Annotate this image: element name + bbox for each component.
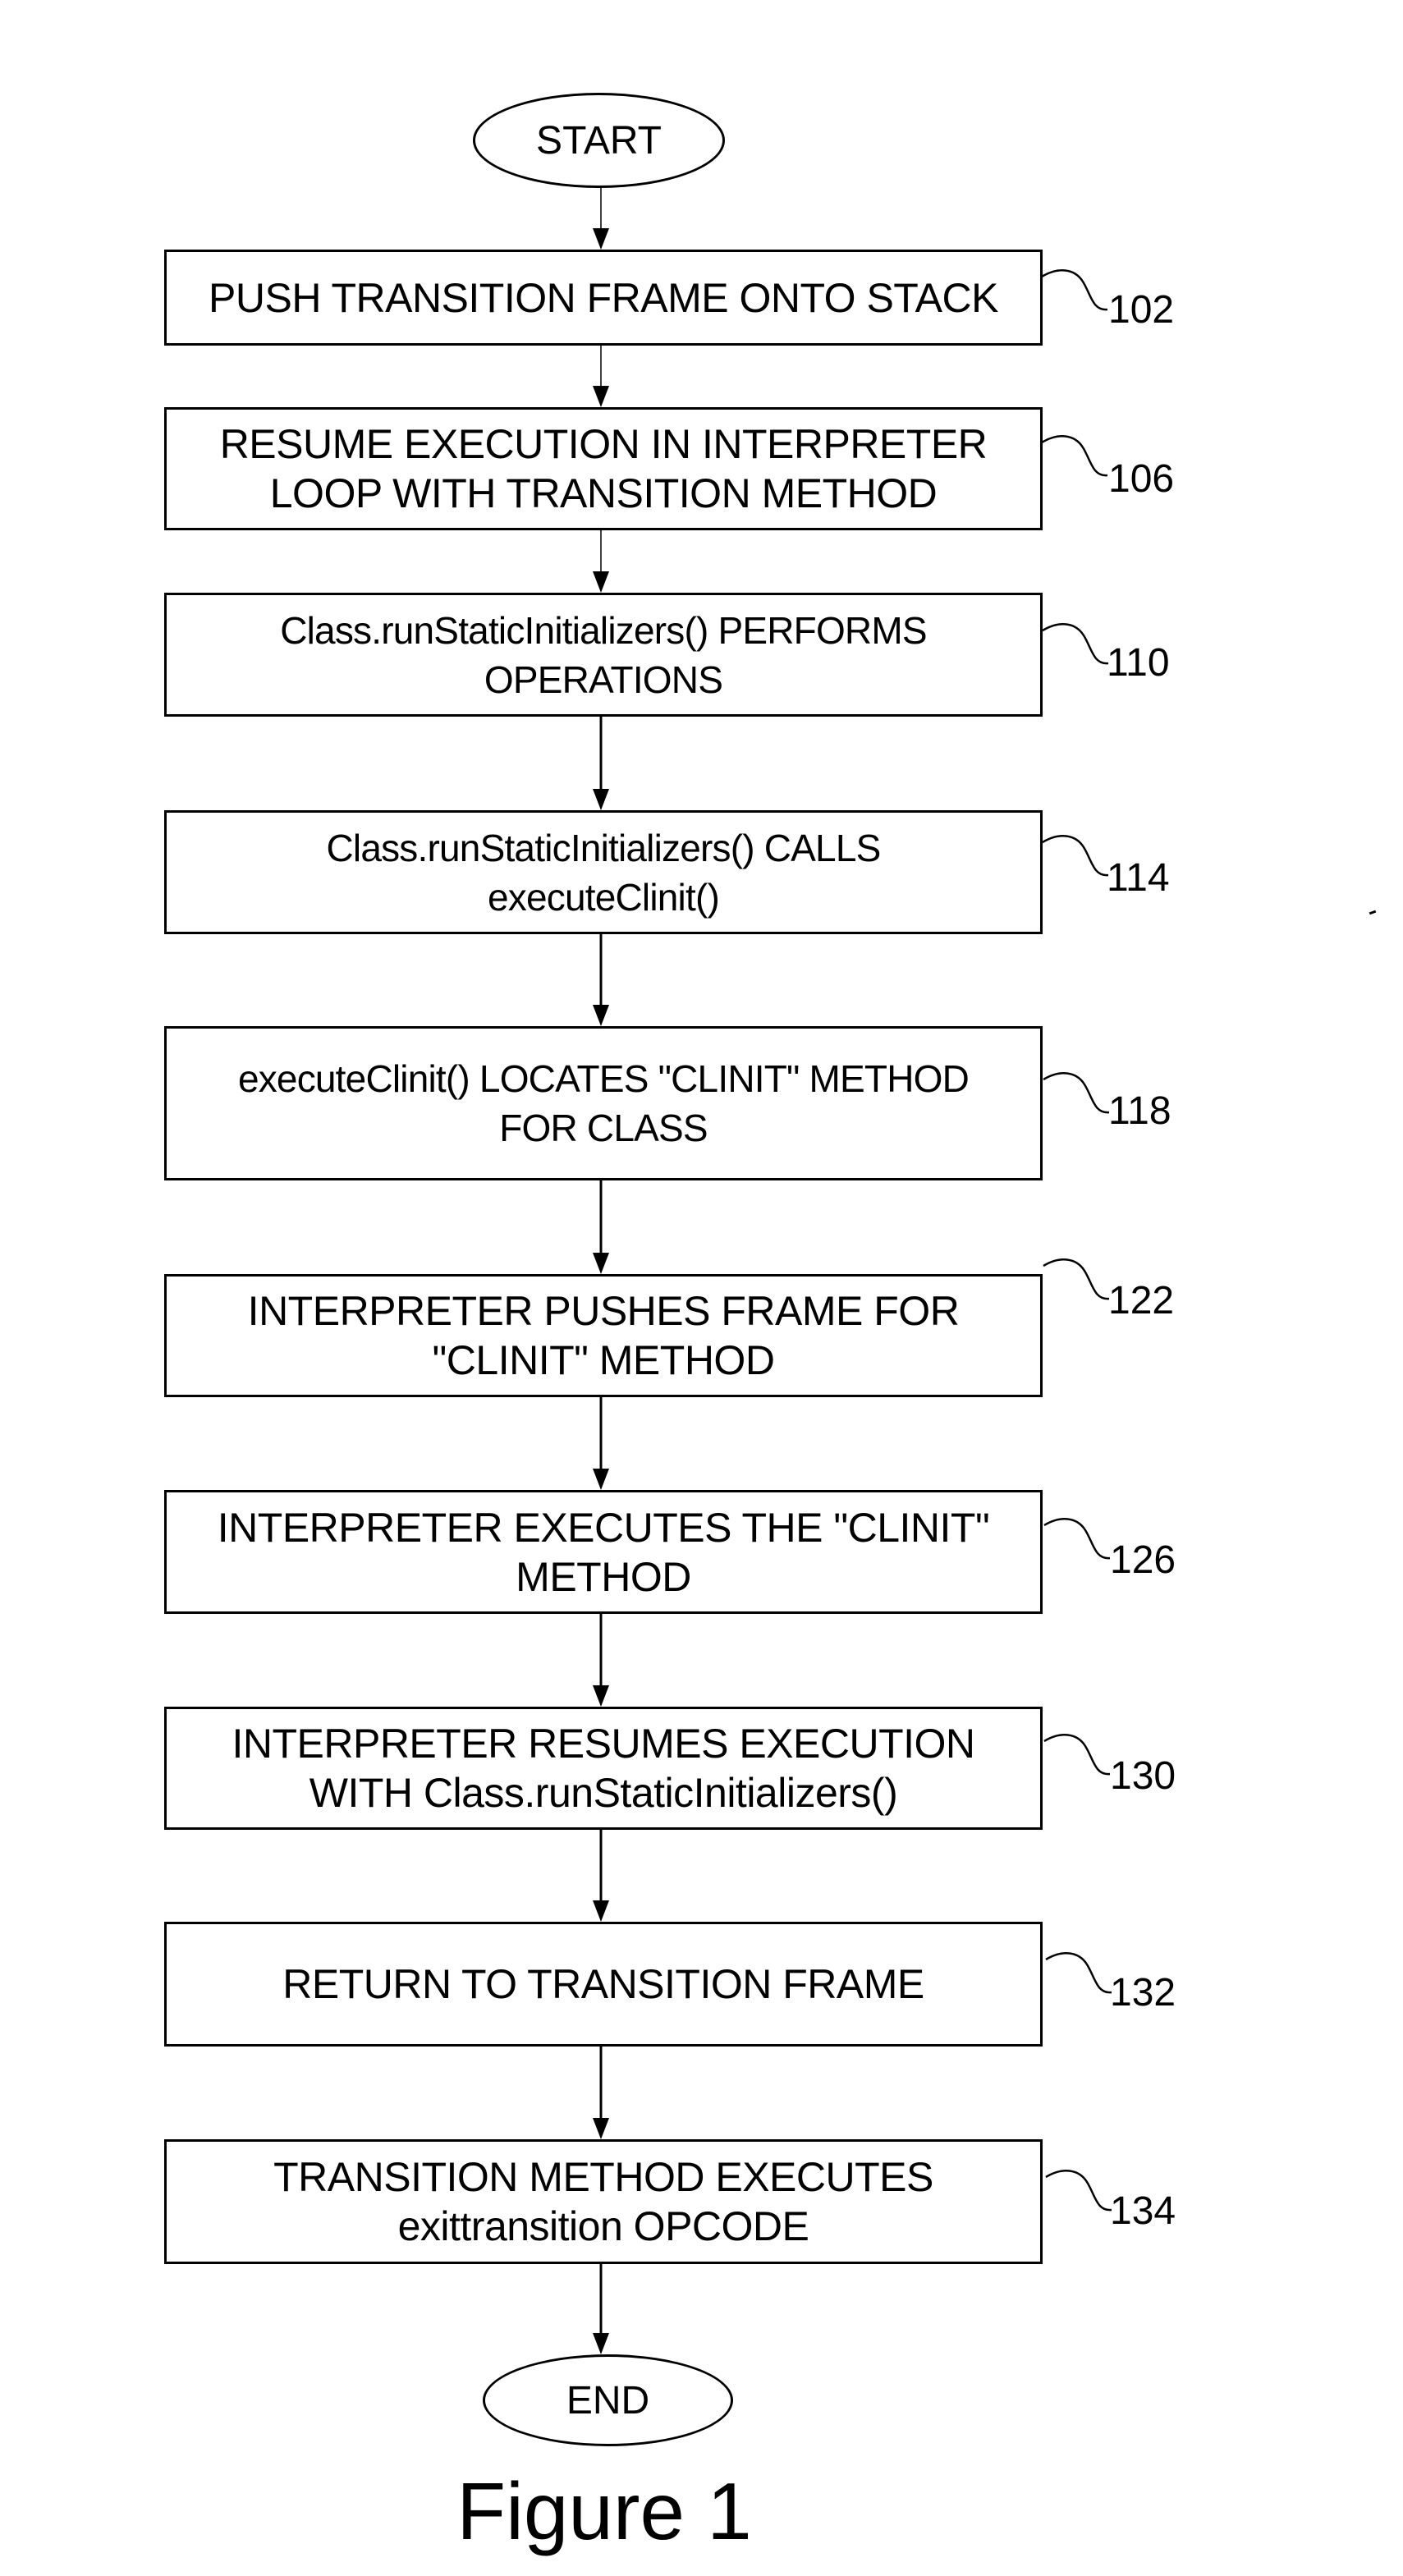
ref-label-118: 118	[1108, 1089, 1171, 1133]
leader-line	[1043, 1072, 1110, 1114]
step-box-122: INTERPRETER PUSHES FRAME FOR "CLINIT" ME…	[164, 1274, 1043, 1397]
step-box-126: INTERPRETER EXECUTES THE "CLINIT" METHOD	[164, 1490, 1043, 1614]
arrowhead-icon	[593, 2118, 609, 2139]
leader-line	[1043, 1518, 1111, 1560]
ref-label-110: 110	[1107, 641, 1170, 685]
ref-label-126: 126	[1110, 1538, 1176, 1582]
step-text: INTERPRETER EXECUTES THE "CLINIT" METHOD	[217, 1504, 990, 1600]
arrowhead-icon	[593, 789, 609, 810]
arrowhead-icon	[593, 1685, 609, 1707]
step-text: INTERPRETER PUSHES FRAME FOR "CLINIT" ME…	[247, 1288, 960, 1383]
leader-line	[1042, 835, 1109, 877]
leader-line	[1041, 435, 1108, 477]
step-box-130: INTERPRETER RESUMES EXECUTION WITH Class…	[164, 1707, 1043, 1830]
start-terminator: START	[473, 93, 725, 188]
figure-caption: Figure 1	[456, 2466, 752, 2556]
step-box-114: Class.runStaticInitializers() CALLS exec…	[164, 810, 1043, 934]
step-text: Class.runStaticInitializers() CALLS exec…	[326, 826, 881, 919]
arrowhead-icon	[593, 1253, 609, 1274]
ref-label-102: 102	[1108, 288, 1175, 332]
step-box-134: TRANSITION METHOD EXECUTES exittransitio…	[164, 2139, 1043, 2264]
ref-label-106: 106	[1108, 457, 1175, 501]
step-text: PUSH TRANSITION FRAME ONTO STACK	[209, 274, 998, 321]
step-box-132: RETURN TO TRANSITION FRAME	[164, 1922, 1043, 2047]
step-text: INTERPRETER RESUMES EXECUTION WITH Class…	[232, 1721, 975, 1816]
leader-lines-layer	[1041, 269, 1112, 2212]
step-text: executeClinit() LOCATES "CLINIT" METHOD …	[237, 1057, 970, 1149]
step-text: Class.runStaticInitializers() PERFORMS O…	[280, 608, 927, 701]
leader-line	[1045, 1952, 1112, 1994]
ref-label-130: 130	[1110, 1754, 1176, 1798]
leader-line	[1045, 2170, 1112, 2212]
arrowhead-icon	[593, 1005, 609, 1026]
arrowhead-icon	[593, 1900, 609, 1922]
end-label: END	[566, 2378, 650, 2422]
step-box-110: Class.runStaticInitializers() PERFORMS O…	[164, 593, 1043, 717]
step-box-118: executeClinit() LOCATES "CLINIT" METHOD …	[164, 1026, 1043, 1180]
leader-line	[1043, 1258, 1110, 1300]
arrowhead-icon	[593, 228, 609, 250]
ref-label-132: 132	[1110, 1971, 1176, 2015]
arrowhead-icon	[593, 386, 609, 407]
leader-line	[1041, 269, 1108, 311]
step-box-106: RESUME EXECUTION IN INTERPRETER LOOP WIT…	[164, 407, 1043, 530]
step-text: TRANSITION METHOD EXECUTES exittransitio…	[273, 2154, 933, 2249]
ref-label-122: 122	[1108, 1279, 1175, 1322]
arrowhead-icon	[593, 1469, 609, 1490]
step-text: RESUME EXECUTION IN INTERPRETER LOOP WIT…	[219, 421, 988, 516]
leader-line	[1042, 623, 1109, 665]
arrowhead-icon	[593, 571, 609, 593]
start-label: START	[536, 118, 662, 163]
ref-label-134: 134	[1110, 2189, 1176, 2233]
step-box-102: PUSH TRANSITION FRAME ONTO STACK	[164, 250, 1043, 346]
leader-line	[1043, 1734, 1111, 1776]
end-terminator: END	[483, 2354, 733, 2446]
arrowhead-icon	[593, 2333, 609, 2354]
step-text: RETURN TO TRANSITION FRAME	[282, 1961, 924, 2007]
ref-label-114: 114	[1107, 856, 1170, 900]
